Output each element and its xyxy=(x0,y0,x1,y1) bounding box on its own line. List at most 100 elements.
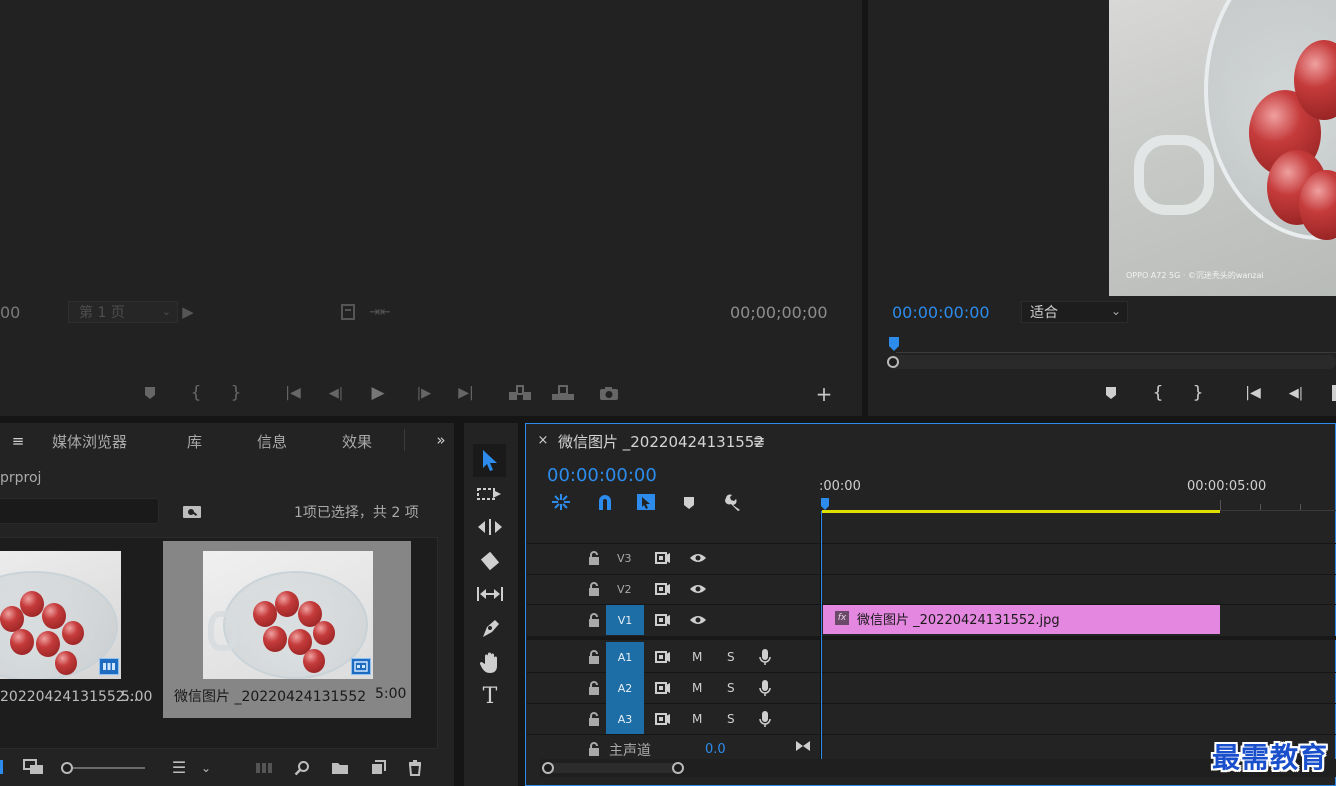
razor-tool-icon[interactable] xyxy=(476,550,504,572)
sync-lock-icon[interactable] xyxy=(654,649,672,665)
sort-icons-icon[interactable]: ☰ xyxy=(169,759,189,777)
trash-icon[interactable] xyxy=(405,759,425,777)
track-target-v1[interactable]: V1 xyxy=(606,605,644,635)
new-bin-icon[interactable] xyxy=(330,759,350,777)
lock-icon[interactable] xyxy=(587,649,601,665)
step-back-icon[interactable]: ◀| xyxy=(326,384,346,402)
playhead-line[interactable] xyxy=(821,511,822,759)
panel-menu-icon[interactable]: ≡ xyxy=(10,432,26,450)
project-item-selected[interactable]: 微信图片 _20220424131552 5:00 xyxy=(163,541,411,718)
find-icon[interactable] xyxy=(292,759,312,777)
play-icon[interactable]: ▶ xyxy=(368,383,388,403)
track-target-a1[interactable]: A1 xyxy=(606,642,644,673)
mute-button[interactable]: M xyxy=(692,712,702,726)
close-icon[interactable]: × xyxy=(536,432,550,448)
find-bin-icon[interactable] xyxy=(181,502,203,520)
lock-icon[interactable] xyxy=(587,581,601,597)
ripple-edit-tool-icon[interactable] xyxy=(476,516,504,538)
selection-tool-icon[interactable] xyxy=(478,448,502,472)
microphone-icon[interactable] xyxy=(757,679,773,697)
sync-lock-icon[interactable] xyxy=(654,581,672,597)
overwrite-icon[interactable] xyxy=(550,384,576,402)
snap-icon[interactable] xyxy=(594,492,616,512)
zoom-slider-track[interactable] xyxy=(67,767,145,769)
program-scrollbar[interactable] xyxy=(889,355,1336,369)
chevron-down-icon[interactable]: ⌄ xyxy=(199,759,213,777)
program-scroll-handle[interactable] xyxy=(887,356,899,368)
wrench-icon[interactable] xyxy=(722,492,744,512)
mark-out-icon[interactable]: } xyxy=(228,384,244,402)
mark-out-icon[interactable]: } xyxy=(1190,384,1206,402)
add-button-icon[interactable]: + xyxy=(814,384,834,404)
lock-icon[interactable] xyxy=(587,680,601,696)
timeline-scrollbar-thumb[interactable] xyxy=(547,763,680,773)
go-to-in-icon[interactable]: |◀ xyxy=(282,384,304,402)
step-forward-icon[interactable]: |▶ xyxy=(414,384,434,402)
add-marker-icon[interactable] xyxy=(142,384,158,402)
sequence-tab-title[interactable]: 微信图片 _20220424131552 xyxy=(558,431,764,452)
freeform-view-icon[interactable] xyxy=(22,758,46,776)
type-tool-icon[interactable]: T xyxy=(476,685,504,709)
work-area-bar[interactable] xyxy=(822,510,1220,513)
zoom-slider-handle[interactable] xyxy=(61,762,73,774)
step-back-icon[interactable]: ◀| xyxy=(1286,384,1306,402)
tab-media-browser[interactable]: 媒体浏览器 xyxy=(52,431,127,452)
playhead-handle[interactable] xyxy=(820,496,830,510)
page-select-dropdown[interactable]: 第 1 页 ⌄ xyxy=(68,301,178,323)
mute-button[interactable]: M xyxy=(692,650,702,664)
mark-in-icon[interactable]: { xyxy=(1150,384,1166,402)
add-marker-icon[interactable] xyxy=(681,494,697,512)
safe-margins-icon[interactable] xyxy=(339,303,357,321)
add-marker-icon[interactable] xyxy=(1103,384,1119,402)
insert-icon[interactable] xyxy=(507,384,533,402)
lock-icon[interactable] xyxy=(587,711,601,727)
linked-selection-icon[interactable] xyxy=(635,492,657,512)
scroll-handle-right[interactable] xyxy=(672,762,684,774)
track-label-v3[interactable]: V3 xyxy=(617,552,632,565)
go-to-out-icon[interactable]: ▶| xyxy=(455,384,477,402)
scroll-handle-left[interactable] xyxy=(542,762,554,774)
solo-button[interactable]: S xyxy=(727,650,735,664)
master-keyframe-icon[interactable] xyxy=(794,738,812,754)
nest-icon[interactable] xyxy=(550,492,572,512)
sync-lock-icon[interactable] xyxy=(654,680,672,696)
tab-info[interactable]: 信息 xyxy=(257,431,287,452)
microphone-icon[interactable] xyxy=(757,648,773,666)
playhead-marker[interactable] xyxy=(888,336,902,352)
lock-icon[interactable] xyxy=(587,612,601,628)
more-tabs-icon[interactable]: » xyxy=(432,431,450,449)
list-view-icon[interactable] xyxy=(0,760,3,774)
sync-lock-icon[interactable] xyxy=(654,612,672,628)
tab-effects[interactable]: 效果 xyxy=(342,431,372,452)
sync-lock-icon[interactable] xyxy=(654,550,672,566)
solo-button[interactable]: S xyxy=(727,712,735,726)
new-item-icon[interactable] xyxy=(368,759,388,777)
master-volume-value[interactable]: 0.0 xyxy=(705,742,726,757)
hand-tool-icon[interactable] xyxy=(476,651,504,675)
eye-icon[interactable] xyxy=(688,581,708,597)
play-icon[interactable] xyxy=(1332,385,1336,401)
lock-icon[interactable] xyxy=(587,550,601,566)
solo-button[interactable]: S xyxy=(727,681,735,695)
panel-menu-icon[interactable]: ≡ xyxy=(751,432,767,450)
program-timecode[interactable]: 00:00:00:00 xyxy=(892,303,990,322)
track-target-a3[interactable]: A3 xyxy=(606,704,644,734)
track-select-tool-icon[interactable] xyxy=(476,483,504,505)
eye-icon[interactable] xyxy=(688,612,708,628)
microphone-icon[interactable] xyxy=(757,710,773,728)
lock-icon[interactable] xyxy=(587,741,601,757)
search-input[interactable] xyxy=(0,498,159,524)
track-label-v2[interactable]: V2 xyxy=(617,583,632,596)
play-arrow-icon[interactable]: ▶ xyxy=(181,304,195,320)
eye-icon[interactable] xyxy=(688,550,708,566)
go-to-in-icon[interactable]: |◀ xyxy=(1242,384,1264,402)
slip-tool-icon[interactable] xyxy=(474,583,506,605)
mark-in-icon[interactable]: { xyxy=(188,384,204,402)
pen-tool-icon[interactable] xyxy=(476,617,504,639)
tab-libraries[interactable]: 库 xyxy=(187,431,202,452)
project-item[interactable]: 20220424131552... 5:00 xyxy=(0,538,162,718)
export-frame-icon[interactable] xyxy=(598,384,620,402)
fx-badge[interactable]: fx xyxy=(835,611,849,625)
zoom-dropdown[interactable]: 适合 ⌄ xyxy=(1021,301,1128,323)
drag-video-icon[interactable]: ⇥⇤ xyxy=(369,304,391,320)
